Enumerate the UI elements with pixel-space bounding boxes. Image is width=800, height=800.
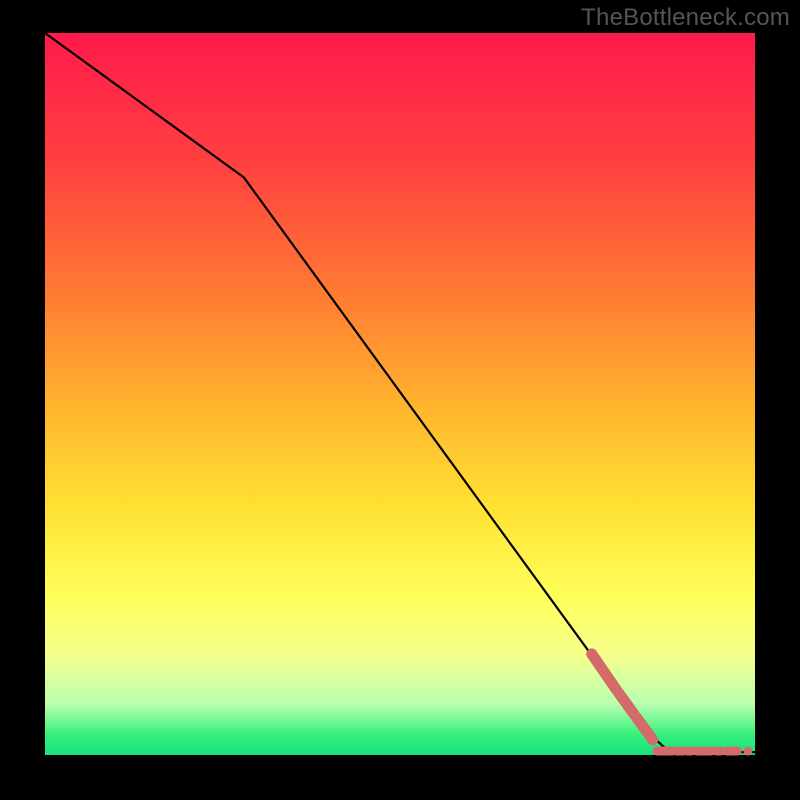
chart-svg [45, 33, 755, 755]
marker-dot [743, 747, 752, 756]
marker-segment [592, 654, 617, 690]
curve-line [45, 33, 755, 752]
chart-frame: TheBottleneck.com [0, 0, 800, 800]
marker-segment [645, 729, 653, 740]
plot-area [45, 33, 755, 755]
marker-group [592, 654, 753, 756]
watermark-text: TheBottleneck.com [581, 4, 790, 32]
marker-segment [619, 693, 635, 715]
